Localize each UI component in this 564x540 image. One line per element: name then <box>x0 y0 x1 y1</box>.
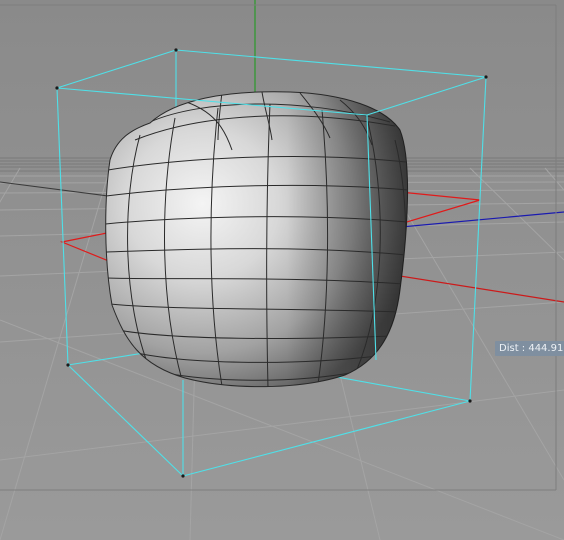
viewport-scene[interactable] <box>0 0 564 540</box>
distance-readout: Dist : 444.91 <box>495 341 564 356</box>
rounded-cube-mesh[interactable] <box>105 91 409 388</box>
3d-viewport[interactable]: Dist : 444.91 <box>0 0 564 540</box>
